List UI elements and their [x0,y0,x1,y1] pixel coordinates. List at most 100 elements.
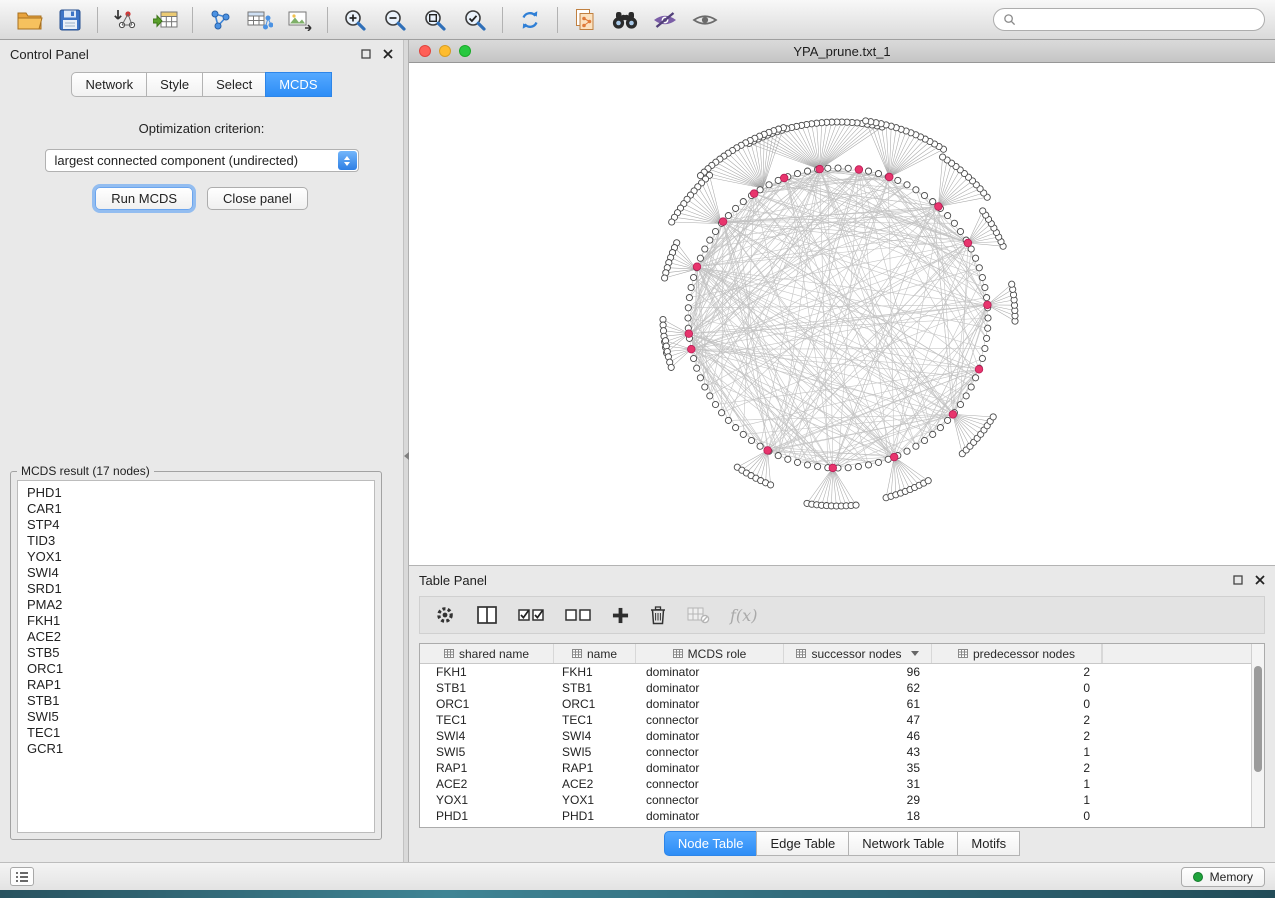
add-column-button[interactable] [612,607,629,624]
mcds-result-node[interactable]: TID3 [27,533,365,549]
network-canvas[interactable] [409,63,1275,565]
criterion-select[interactable]: largest connected component (undirected) [45,149,359,172]
status-menu-button[interactable] [10,867,34,886]
zoom-in-button[interactable] [335,3,375,37]
tab-label: Node Table [678,836,744,851]
control-panel-tab[interactable]: Style [146,72,203,97]
refresh-layout-button[interactable] [510,3,550,37]
table-toolbar: f(x) [419,596,1265,634]
save-session-button[interactable] [50,3,90,37]
mcds-result-node[interactable]: TEC1 [27,725,365,741]
mcds-result-node[interactable]: FKH1 [27,613,365,629]
cell-successor-nodes: 62 [784,681,932,695]
search-box[interactable] [993,8,1265,31]
close-control-panel-button[interactable] [383,49,393,59]
table-row[interactable]: TEC1 TEC1 connector 47 2 [420,712,1264,728]
mcds-result-node[interactable]: ORC1 [27,661,365,677]
column-grid-icon [796,649,806,658]
table-tab[interactable]: Edge Table [756,831,849,856]
table-row[interactable]: RAP1 RAP1 dominator 35 2 [420,760,1264,776]
table-row[interactable]: STB1 STB1 dominator 62 0 [420,680,1264,696]
table-panel-title: Table Panel [419,573,487,588]
table-row[interactable]: FKH1 FKH1 dominator 96 2 [420,664,1264,680]
new-network-button[interactable] [200,3,240,37]
delete-column-button[interactable] [649,605,667,625]
first-neighbors-button[interactable] [605,3,645,37]
cell-mcds-role: dominator [636,809,784,823]
clear-table-disabled-button [687,606,710,624]
mcds-result-node[interactable]: PHD1 [27,485,365,501]
zoom-out-button[interactable] [375,3,415,37]
zoom-selected-button[interactable] [455,3,495,37]
search-input[interactable] [1022,12,1255,28]
mcds-result-node[interactable]: STB1 [27,693,365,709]
column-header[interactable]: MCDS role [636,644,784,663]
mcds-result-node[interactable]: RAP1 [27,677,365,693]
add-column-icon [612,607,629,624]
control-panel-tab[interactable]: Select [202,72,266,97]
mcds-result-node[interactable]: SWI4 [27,565,365,581]
select-all-checkboxes-button[interactable] [518,606,545,624]
hide-selected-button[interactable] [645,3,685,37]
mcds-result-node[interactable]: GCR1 [27,741,365,757]
table-tab[interactable]: Network Table [848,831,958,856]
close-window-button[interactable] [419,45,431,57]
table-row[interactable]: YOX1 YOX1 connector 29 1 [420,792,1264,808]
cell-shared-name: FKH1 [420,665,554,679]
mcds-result-node[interactable]: CAR1 [27,501,365,517]
criterion-select-value: largest connected component (undirected) [46,153,299,168]
column-header[interactable]: name [554,644,636,663]
table-panel: Table Panel f(x) shared name [409,565,1275,862]
export-image-button[interactable] [280,3,320,37]
import-table-from-file-button[interactable] [145,3,185,37]
table-tab[interactable]: Motifs [957,831,1020,856]
table-tab[interactable]: Node Table [664,831,758,856]
mcds-result-node[interactable]: STB5 [27,645,365,661]
mcds-result-node[interactable]: ACE2 [27,629,365,645]
split-view-button[interactable] [476,605,498,625]
import-network-from-file-button[interactable] [105,3,145,37]
deselect-all-checkboxes-button[interactable] [565,606,592,624]
mcds-result-node[interactable]: SWI5 [27,709,365,725]
cell-name: YOX1 [554,793,636,807]
cell-shared-name: STB1 [420,681,554,695]
minimize-window-button[interactable] [439,45,451,57]
zoom-fit-button[interactable] [415,3,455,37]
status-bar: Memory [0,862,1275,890]
mcds-result-node[interactable]: STP4 [27,517,365,533]
table-scrollbar[interactable] [1251,644,1264,827]
mcds-result-node[interactable]: YOX1 [27,549,365,565]
mcds-result-node[interactable]: PMA2 [27,597,365,613]
toolbar-icon-group [10,3,725,37]
column-header[interactable]: successor nodes [784,644,932,663]
control-panel-tab[interactable]: MCDS [265,72,331,97]
float-panel-button[interactable] [361,49,371,59]
copy-network-button[interactable] [565,3,605,37]
close-table-panel-button[interactable] [1255,575,1265,585]
mcds-result-list[interactable]: PHD1CAR1STP4TID3YOX1SWI4SRD1PMA2FKH1ACE2… [17,480,375,833]
control-panel-tab[interactable]: Network [71,72,147,97]
settings-gear-button[interactable] [434,604,456,626]
show-all-button[interactable] [685,3,725,37]
close-panel-button[interactable]: Close panel [207,187,308,210]
table-row[interactable]: ORC1 ORC1 dominator 61 0 [420,696,1264,712]
table-row[interactable]: PHD1 PHD1 dominator 18 0 [420,808,1264,824]
table-row[interactable]: SWI5 SWI5 connector 43 1 [420,744,1264,760]
memory-button[interactable]: Memory [1181,867,1265,887]
hide-selected-icon [652,10,678,30]
column-header[interactable]: shared name [420,644,554,663]
open-file-button[interactable] [10,3,50,37]
zoom-window-button[interactable] [459,45,471,57]
table-scrollbar-thumb[interactable] [1254,666,1262,772]
mcds-result-node[interactable]: SRD1 [27,581,365,597]
cell-predecessor-nodes: 2 [932,665,1102,679]
run-mcds-button[interactable]: Run MCDS [95,187,193,210]
column-header[interactable]: predecessor nodes [932,644,1102,663]
float-table-panel-button[interactable] [1233,575,1243,585]
table-row[interactable]: ACE2 ACE2 connector 31 1 [420,776,1264,792]
table-row[interactable]: SWI4 SWI4 dominator 46 2 [420,728,1264,744]
import-network-from-file-icon [113,9,137,31]
new-network-table-button[interactable] [240,3,280,37]
select-all-checkboxes-icon [518,606,545,624]
import-table-from-file-icon [153,9,178,31]
